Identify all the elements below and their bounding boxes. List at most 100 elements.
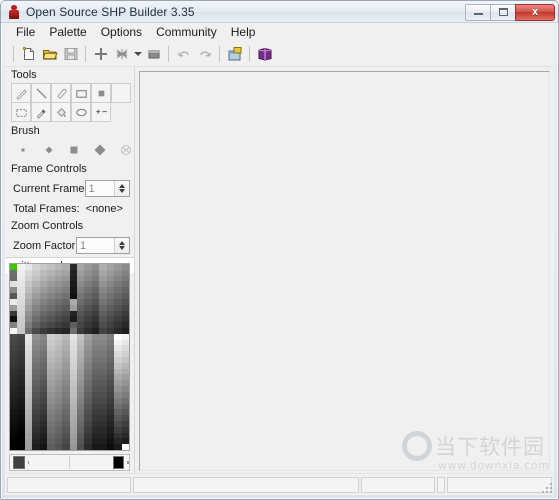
resize-grip-icon[interactable] (540, 481, 552, 493)
brush-group-label: Brush (5, 123, 134, 139)
total-frames-label: Total Frames: (13, 203, 80, 215)
pencil-tool-button[interactable] (11, 83, 31, 103)
fill-rect-button[interactable] (143, 44, 164, 65)
tools-grid (5, 83, 134, 123)
minimize-button[interactable] (465, 3, 491, 21)
canvas-area[interactable] (136, 67, 554, 473)
mesh-button[interactable] (111, 44, 132, 65)
spinner-down-icon (119, 189, 125, 193)
title-bar[interactable]: Open Source SHP Builder 3.35 x (1, 1, 558, 23)
color-indicator-bar (9, 454, 130, 471)
palette-color-cell[interactable] (84, 444, 92, 450)
background-marker-icon (127, 461, 130, 464)
palette-grid[interactable] (10, 264, 129, 450)
redo-button[interactable] (194, 44, 215, 65)
ellipse-tool-icon (75, 108, 87, 116)
palette-color-cell[interactable] (121, 444, 129, 450)
current-frame-value: 1 (88, 183, 95, 195)
window-controls: x (465, 3, 555, 21)
toolbar-separator-5 (249, 46, 250, 62)
brush-size-4-button[interactable] (92, 142, 108, 158)
palette-color-cell[interactable] (54, 444, 63, 450)
brush-size-3-icon (70, 146, 78, 154)
status-panel-4 (437, 476, 445, 493)
foreground-color-swatch[interactable] (13, 456, 25, 469)
current-frame-stepper[interactable]: 1 (84, 180, 130, 197)
maximize-icon (498, 8, 508, 16)
menu-help[interactable]: Help (224, 23, 263, 42)
total-frames-row: Total Frames: <none> (5, 200, 134, 218)
palette-color-cell[interactable] (91, 444, 100, 450)
mesh-icon (116, 49, 127, 59)
spinner-down-icon (119, 246, 125, 250)
brush-size-2-icon (45, 146, 53, 154)
brush-size-1-button[interactable] (15, 142, 31, 158)
line-tool-button[interactable] (31, 83, 51, 103)
palette-color-cell[interactable] (17, 444, 25, 450)
spinner-up-icon (119, 184, 125, 188)
maximize-button[interactable] (490, 3, 516, 21)
menu-file[interactable]: File (9, 23, 42, 42)
current-frame-arrows[interactable] (114, 181, 129, 196)
zoom-factor-stepper[interactable]: 1 (76, 237, 130, 254)
palette-color-cell[interactable] (114, 444, 122, 450)
pencil-tool-icon (15, 89, 27, 100)
palette-color-cell[interactable] (39, 444, 48, 450)
brush-size-2-button[interactable] (41, 142, 57, 158)
manual-book-icon (258, 47, 271, 61)
save-file-button[interactable] (60, 44, 81, 65)
new-file-button[interactable] (18, 44, 39, 65)
new-file-icon (22, 47, 34, 60)
current-frame-label: Current Frame (13, 182, 85, 195)
properties-button[interactable] (224, 44, 245, 65)
drawing-canvas[interactable] (139, 71, 550, 471)
palette-color-cell[interactable] (69, 444, 77, 450)
empty-tool-button[interactable] (111, 83, 131, 103)
empty-tool-icon (114, 86, 129, 101)
palette-grid-container[interactable] (9, 263, 130, 451)
foreground-marker-icon (27, 461, 30, 464)
rectangle-tool-icon (75, 89, 87, 98)
menu-options[interactable]: Options (94, 23, 149, 42)
minimize-icon (473, 10, 483, 15)
menu-palette[interactable]: Palette (42, 23, 93, 42)
brush-size-4-icon (94, 144, 106, 156)
status-bar (5, 473, 554, 495)
add-frame-button[interactable] (90, 44, 111, 65)
menu-community[interactable]: Community (149, 23, 224, 42)
rectangle-tool-button[interactable] (71, 83, 91, 103)
filled-rect-tool-button[interactable] (91, 83, 111, 103)
select-tool-button[interactable] (11, 102, 31, 122)
palette-color-cell[interactable] (47, 444, 55, 450)
manual-button[interactable] (254, 44, 275, 65)
background-color-swatch[interactable] (112, 456, 125, 469)
eyedropper-tool-button[interactable] (31, 102, 51, 122)
frame-controls-label: Frame Controls (5, 161, 134, 177)
palette-color-cell[interactable] (10, 444, 18, 450)
shift-colors-tool-button[interactable] (91, 102, 111, 122)
palette-color-cell[interactable] (99, 444, 107, 450)
palette-color-cell[interactable] (76, 444, 85, 450)
ellipse-tool-button[interactable] (71, 102, 91, 122)
menu-bar: File Palette Options Community Help (5, 23, 554, 42)
brush-size-5-button[interactable] (118, 142, 134, 158)
total-frames-value: <none> (85, 203, 123, 215)
add-frame-icon (94, 48, 107, 60)
open-file-button[interactable] (39, 44, 60, 65)
close-button[interactable]: x (515, 3, 555, 21)
undo-button[interactable] (173, 44, 194, 65)
tools-group-label: Tools (5, 67, 134, 83)
palette-color-cell[interactable] (24, 444, 33, 450)
fill-bucket-tool-icon (56, 107, 66, 117)
eraser-tool-button[interactable] (51, 83, 71, 103)
mesh-dropdown-button[interactable] (132, 44, 143, 65)
fill-bucket-tool-button[interactable] (51, 102, 71, 122)
zoom-factor-arrows[interactable] (114, 238, 129, 253)
palette-color-cell[interactable] (62, 444, 70, 450)
window-title: Open Source SHP Builder 3.35 (26, 4, 195, 19)
color-bar-divider (69, 456, 70, 469)
palette-color-cell[interactable] (106, 444, 115, 450)
brush-size-3-button[interactable] (67, 142, 83, 158)
main-toolbar (5, 42, 554, 67)
palette-color-cell[interactable] (32, 444, 40, 450)
